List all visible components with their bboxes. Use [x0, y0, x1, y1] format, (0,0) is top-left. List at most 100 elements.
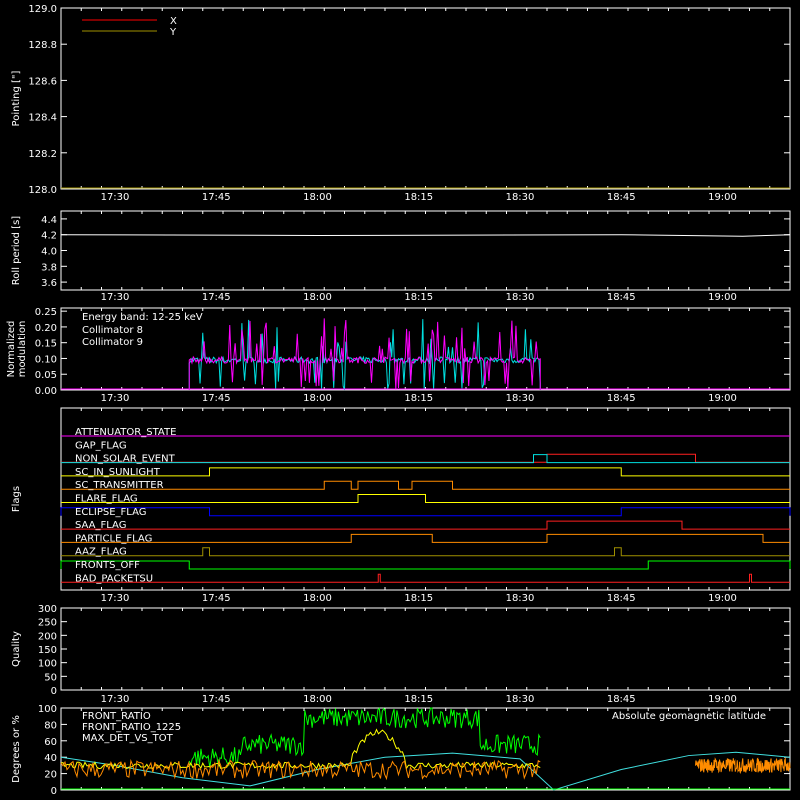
- flag-label-gap_flag: GAP_FLAG: [75, 440, 127, 451]
- multi-panel-chart: 17:30 17:45 18:00 18:15 18:30 18:45 19:00 128.0…: [6, 4, 791, 797]
- roll-time-label: 18:45: [607, 292, 636, 303]
- roll-y-tick-label: 4.0: [41, 247, 57, 258]
- pointing-time-label: 18:00: [303, 192, 332, 203]
- pointing-legend-label: X: [170, 16, 177, 27]
- flag-label-fronts_off: FRONTS_OFF: [75, 560, 140, 571]
- modulation-time-label: 18:45: [607, 393, 636, 404]
- ratios-annotation: Absolute geomagnetic latitude: [612, 711, 766, 722]
- pointing-y-label: Pointing ["]: [11, 70, 22, 126]
- flag-label-particle_flag: PARTICLE_FLAG: [75, 533, 152, 544]
- modulation-time-label: 17:30: [101, 393, 130, 404]
- flag-label-bad_packetsu: BAD_PACKETSU: [75, 573, 153, 584]
- pointing-y-tick-label: 128.0: [28, 185, 57, 196]
- ratios-series-geomag: [60, 751, 791, 791]
- flags-time-label: 17:30: [101, 593, 130, 604]
- roll-time-label: 17:45: [202, 292, 231, 303]
- flag-label-flare_flag: FLARE_FLAG: [75, 494, 138, 505]
- pointing-y-tick-label: 128.2: [28, 149, 57, 160]
- pointing-y-tick-label: 129.0: [28, 4, 57, 15]
- flags-time-label: 18:30: [506, 593, 535, 604]
- flags-time-label: 17:45: [202, 593, 231, 604]
- ratios-legend-label: FRONT_RATIO_1225: [82, 722, 181, 733]
- ratios-legend-label: MAX_DET_VS_TOT: [82, 733, 174, 744]
- pointing-legend-label: Y: [169, 27, 177, 38]
- modulation-legend-label: Collimator 9: [82, 337, 143, 348]
- roll-series: [60, 234, 791, 237]
- quality-y-tick-label: 100: [38, 659, 57, 670]
- modulation-time-label: 18:15: [404, 393, 433, 404]
- pointing-time-label: 17:30: [101, 192, 130, 203]
- modulation-y-tick-label: 0.25: [35, 307, 57, 318]
- ratios-y-tick-label: 60: [44, 737, 57, 748]
- pointing-time-label: 19:00: [708, 192, 737, 203]
- roll-y-tick-label: 4.4: [41, 215, 57, 226]
- roll-time-label: 18:00: [303, 292, 332, 303]
- modulation-y-tick-label: 0.10: [35, 354, 57, 365]
- flag-line-saa_flag: [61, 520, 790, 530]
- flag-label-sc_transmitter: SC_TRANSMITTER: [75, 480, 164, 491]
- modulation-y-tick-label: 0.05: [35, 370, 57, 381]
- pointing-time-label: 17:45: [202, 192, 231, 203]
- flags-time-label: 18:15: [404, 593, 433, 604]
- pointing-time-label: 18:30: [506, 192, 535, 203]
- ratios-y-tick-label: 80: [44, 720, 57, 731]
- roll-time-label: 17:30: [101, 292, 130, 303]
- modulation-y-label: modulation: [17, 321, 28, 378]
- flag-line-sc_in_sunlight: [61, 467, 790, 477]
- flag-line-fronts_off: [60, 560, 791, 570]
- chart-panels: 17:30 17:45 18:00 18:15 18:30 18:45 19:00 128.0…: [6, 4, 791, 797]
- flag-line-aaz_flag: [61, 547, 790, 557]
- pointing-y-tick-label: 128.8: [28, 40, 57, 51]
- ratios-legend-label: FRONT_RATIO: [82, 711, 151, 722]
- roll-time-label: 18:30: [506, 292, 535, 303]
- ratios-y-tick-label: 40: [44, 753, 57, 764]
- ratios-y-tick-label: 0: [51, 786, 57, 797]
- roll-y-tick-label: 4.2: [41, 231, 57, 242]
- quality-y-tick-label: 0: [51, 686, 57, 697]
- ratios-series-max-det-late: [695, 757, 791, 774]
- pointing-y-tick-label: 128.4: [28, 113, 57, 124]
- quality-frame: [60, 607, 791, 691]
- quality-time-label: 17:30: [101, 694, 130, 705]
- ratios-y-tick-label: 20: [44, 770, 57, 781]
- ratios-y-tick-label: 100: [38, 704, 57, 715]
- quality-time-label: 18:15: [404, 694, 433, 705]
- modulation-y-tick-label: 0.00: [35, 386, 57, 397]
- quality-y-label: Quality: [11, 631, 22, 667]
- quality-time-label: 18:45: [607, 694, 636, 705]
- quality-y-tick-label: 200: [38, 631, 57, 642]
- quality-y-tick-label: 250: [38, 618, 57, 629]
- roll-time-label: 19:00: [708, 292, 737, 303]
- modulation-y-tick-label: 0.20: [35, 323, 57, 334]
- modulation-y-tick-label: 0.15: [35, 339, 57, 350]
- modulation-time-label: 17:45: [202, 393, 231, 404]
- flag-label-aaz_flag: AAZ_FLAG: [75, 547, 127, 558]
- modulation-legend-label: Collimator 8: [82, 325, 143, 336]
- flags-time-label: 18:45: [607, 593, 636, 604]
- modulation-time-label: 19:00: [708, 393, 737, 404]
- flag-line-bad_packetsu: [61, 573, 790, 583]
- flag-label-non_solar_event: NON_SOLAR_EVENT: [75, 454, 176, 465]
- ratios-series-front-ratio-1225: [188, 707, 541, 768]
- flag-label-attenuator_state: ATTENUATOR_STATE: [75, 427, 176, 438]
- ratios-y-label: Degrees or %: [11, 715, 22, 783]
- flag-label-eclipse_flag: ECLIPSE_FLAG: [75, 507, 146, 518]
- flags-time-label: 19:00: [708, 593, 737, 604]
- pointing-y-tick-label: 128.6: [28, 76, 57, 87]
- modulation-y-label: Normalized: [6, 321, 17, 378]
- flag-line-eclipse_flag: [60, 507, 791, 517]
- roll-y-tick-label: 3.8: [41, 262, 57, 273]
- flag-label-sc_in_sunlight: SC_IN_SUNLIGHT: [75, 467, 161, 478]
- flag-line-particle_flag: [61, 533, 790, 543]
- roll-y-label: Roll period [s]: [11, 216, 22, 285]
- flags-y-label: Flags: [11, 486, 22, 512]
- flags-time-label: 18:00: [303, 593, 332, 604]
- pointing-time-label: 18:45: [607, 192, 636, 203]
- quality-y-tick-label: 50: [44, 672, 57, 683]
- quality-time-label: 19:00: [708, 694, 737, 705]
- modulation-time-label: 18:30: [506, 393, 535, 404]
- quality-y-tick-label: 150: [38, 645, 57, 656]
- flag-label-saa_flag: SAA_FLAG: [75, 520, 126, 531]
- modulation-energy-band: Energy band: 12-25 keV: [82, 312, 203, 323]
- quality-time-label: 18:30: [506, 694, 535, 705]
